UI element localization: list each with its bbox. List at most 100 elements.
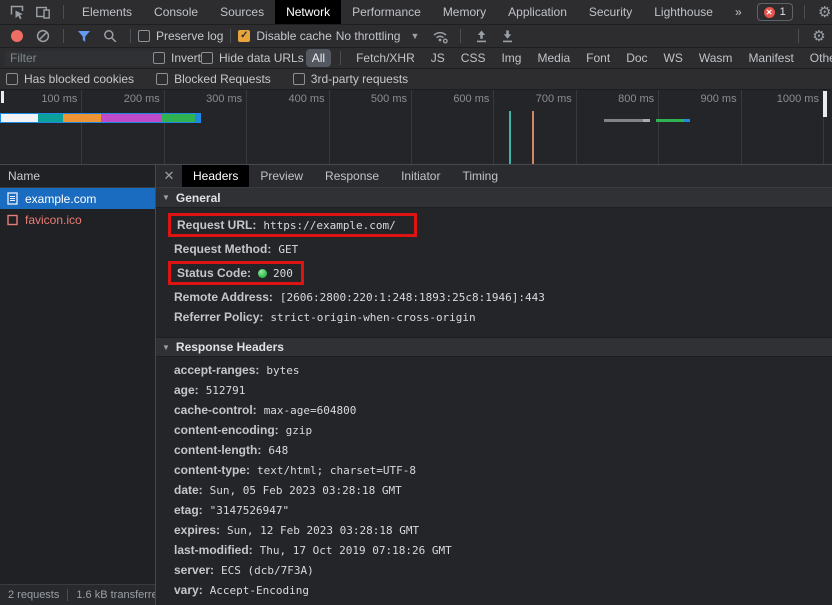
request-condition-bar: Has blocked cookies Blocked Requests 3rd-p…: [0, 69, 832, 90]
tab-performance[interactable]: Performance: [341, 0, 432, 24]
device-toolbar-icon[interactable]: [30, 0, 56, 24]
tab-security[interactable]: Security: [578, 0, 643, 24]
general-row-request-url: Request URL:https://example.com/: [156, 211, 832, 239]
tab-elements[interactable]: Elements: [71, 0, 143, 24]
headers-content: ▼ General Request URL:https://example.co…: [156, 188, 832, 605]
header-value: text/html; charset=UTF-8: [257, 464, 416, 477]
general-row-status-code: Status Code:200: [156, 259, 832, 287]
header-value: GET: [278, 243, 298, 256]
clear-icon[interactable]: [30, 25, 56, 47]
divider: [230, 29, 231, 43]
request-row-example-com[interactable]: example.com: [0, 188, 155, 209]
inspect-element-icon[interactable]: [4, 0, 30, 24]
settings-gear-icon[interactable]: ⚙: [812, 0, 832, 24]
tab-more[interactable]: »: [724, 0, 753, 24]
filter-type-all[interactable]: All: [306, 49, 331, 67]
checkbox-box: [6, 73, 18, 85]
waterfall-segment: [101, 114, 162, 122]
detail-tab-headers[interactable]: Headers: [182, 165, 249, 187]
import-har-icon[interactable]: [468, 25, 494, 47]
header-name: expires:: [174, 523, 220, 537]
filter-type-manifest[interactable]: Manifest: [742, 49, 799, 67]
tab-network[interactable]: Network: [275, 0, 341, 24]
disable-cache-label: Disable cache: [256, 29, 331, 43]
tab-memory[interactable]: Memory: [432, 0, 497, 24]
disable-cache-checkbox[interactable]: ✓ Disable cache: [238, 29, 331, 43]
request-name: favicon.ico: [25, 213, 82, 227]
filter-type-js[interactable]: JS: [425, 49, 451, 67]
detail-tab-timing[interactable]: Timing: [451, 165, 509, 187]
detail-tab-initiator[interactable]: Initiator: [390, 165, 451, 187]
response-headers-section-header[interactable]: ▼ Response Headers: [156, 337, 832, 357]
invert-checkbox[interactable]: Invert: [153, 51, 201, 65]
overview-right-handle[interactable]: [823, 91, 827, 117]
favicon-waterfall-segment: [684, 119, 690, 122]
tab-lighthouse[interactable]: Lighthouse: [643, 0, 724, 24]
header-value: Sun, 05 Feb 2023 03:28:18 GMT: [210, 484, 402, 497]
filter-input[interactable]: [5, 51, 153, 66]
detail-tab-preview[interactable]: Preview: [249, 165, 314, 187]
3rd-party-requests-checkbox[interactable]: 3rd-party requests: [293, 72, 408, 86]
network-summary-bar: 2 requests 1.6 kB transferred: [0, 584, 155, 605]
triangle-down-icon: ▼: [162, 343, 170, 352]
filter-type-css[interactable]: CSS: [455, 49, 492, 67]
response-header-row-server: server:ECS (dcb/7F3A): [156, 560, 832, 580]
filter-type-media[interactable]: Media: [531, 49, 576, 67]
divider: [460, 29, 461, 43]
filter-type-doc[interactable]: Doc: [620, 49, 653, 67]
timeline-gridline: 300 ms: [165, 90, 247, 164]
filter-funnel-icon[interactable]: [71, 25, 97, 47]
search-icon[interactable]: [97, 25, 123, 47]
record-button[interactable]: [4, 25, 30, 47]
export-har-icon[interactable]: [494, 25, 520, 47]
timeline-gridline: 900 ms: [659, 90, 741, 164]
general-section-header[interactable]: ▼ General: [156, 188, 832, 208]
filter-type-font[interactable]: Font: [580, 49, 616, 67]
header-value: 512791: [206, 384, 246, 397]
timeline-tick-label: 100 ms: [41, 93, 77, 105]
divider: [804, 5, 805, 19]
network-toolbar: Preserve log ✓ Disable cache No throttli…: [0, 25, 832, 48]
header-value: [2606:2800:220:1:248:1893:25c8:1946]:443: [280, 291, 545, 304]
has-blocked-cookies-checkbox[interactable]: Has blocked cookies: [6, 72, 134, 86]
close-icon[interactable]: ✕: [156, 168, 182, 184]
annotation-box: Status Code:200: [168, 261, 304, 285]
header-value: Accept-Encoding: [210, 584, 309, 597]
blocked-requests-label: Blocked Requests: [174, 72, 271, 86]
divider: [63, 29, 64, 43]
filter-type-other[interactable]: Other: [804, 49, 832, 67]
error-icon: ✕: [764, 7, 775, 18]
hide-data-urls-checkbox[interactable]: Hide data URLs: [201, 51, 304, 65]
error-badge[interactable]: ✕ 1: [757, 3, 793, 21]
3rd-party-requests-label: 3rd-party requests: [311, 72, 408, 86]
filter-type-wasm[interactable]: Wasm: [693, 49, 739, 67]
filter-type-fetch-xhr[interactable]: Fetch/XHR: [350, 49, 421, 67]
response-header-row-content-encoding: content-encoding:gzip: [156, 420, 832, 440]
favicon-waterfall-segment: [604, 119, 643, 122]
filter-type-ws[interactable]: WS: [658, 49, 689, 67]
preserve-log-checkbox[interactable]: Preserve log: [138, 29, 223, 43]
document-icon: [7, 192, 18, 205]
chevron-down-icon: ▼: [410, 31, 419, 41]
waterfall-segment: [1, 114, 38, 122]
request-row-favicon-ico[interactable]: favicon.ico: [0, 209, 155, 230]
overview-left-handle[interactable]: [1, 91, 4, 103]
name-column-header[interactable]: Name: [0, 165, 155, 188]
tab-application[interactable]: Application: [497, 0, 578, 24]
response-header-row-last-modified: last-modified:Thu, 17 Oct 2019 07:18:26 …: [156, 540, 832, 560]
tab-sources[interactable]: Sources: [209, 0, 275, 24]
resource-type-filters: All Fetch/XHRJSCSSImgMediaFontDoc WSWasmMa…: [304, 49, 832, 67]
blocked-requests-checkbox[interactable]: Blocked Requests: [156, 72, 271, 86]
tab-console[interactable]: Console: [143, 0, 209, 24]
response-header-row-x-cache: x-cache:HIT: [156, 600, 832, 605]
throttling-dropdown[interactable]: No throttling ▼: [336, 29, 428, 43]
divider: [130, 29, 131, 43]
timeline-tick-label: 400 ms: [289, 93, 325, 105]
throttling-value: No throttling: [336, 29, 401, 43]
header-name: server:: [174, 563, 214, 577]
network-overview-timeline[interactable]: 100 ms200 ms300 ms400 ms500 ms600 ms700 …: [0, 90, 832, 165]
filter-type-img[interactable]: Img: [495, 49, 527, 67]
network-conditions-icon[interactable]: [427, 25, 453, 47]
network-settings-gear-icon[interactable]: ⚙: [806, 25, 832, 47]
detail-tab-response[interactable]: Response: [314, 165, 390, 187]
